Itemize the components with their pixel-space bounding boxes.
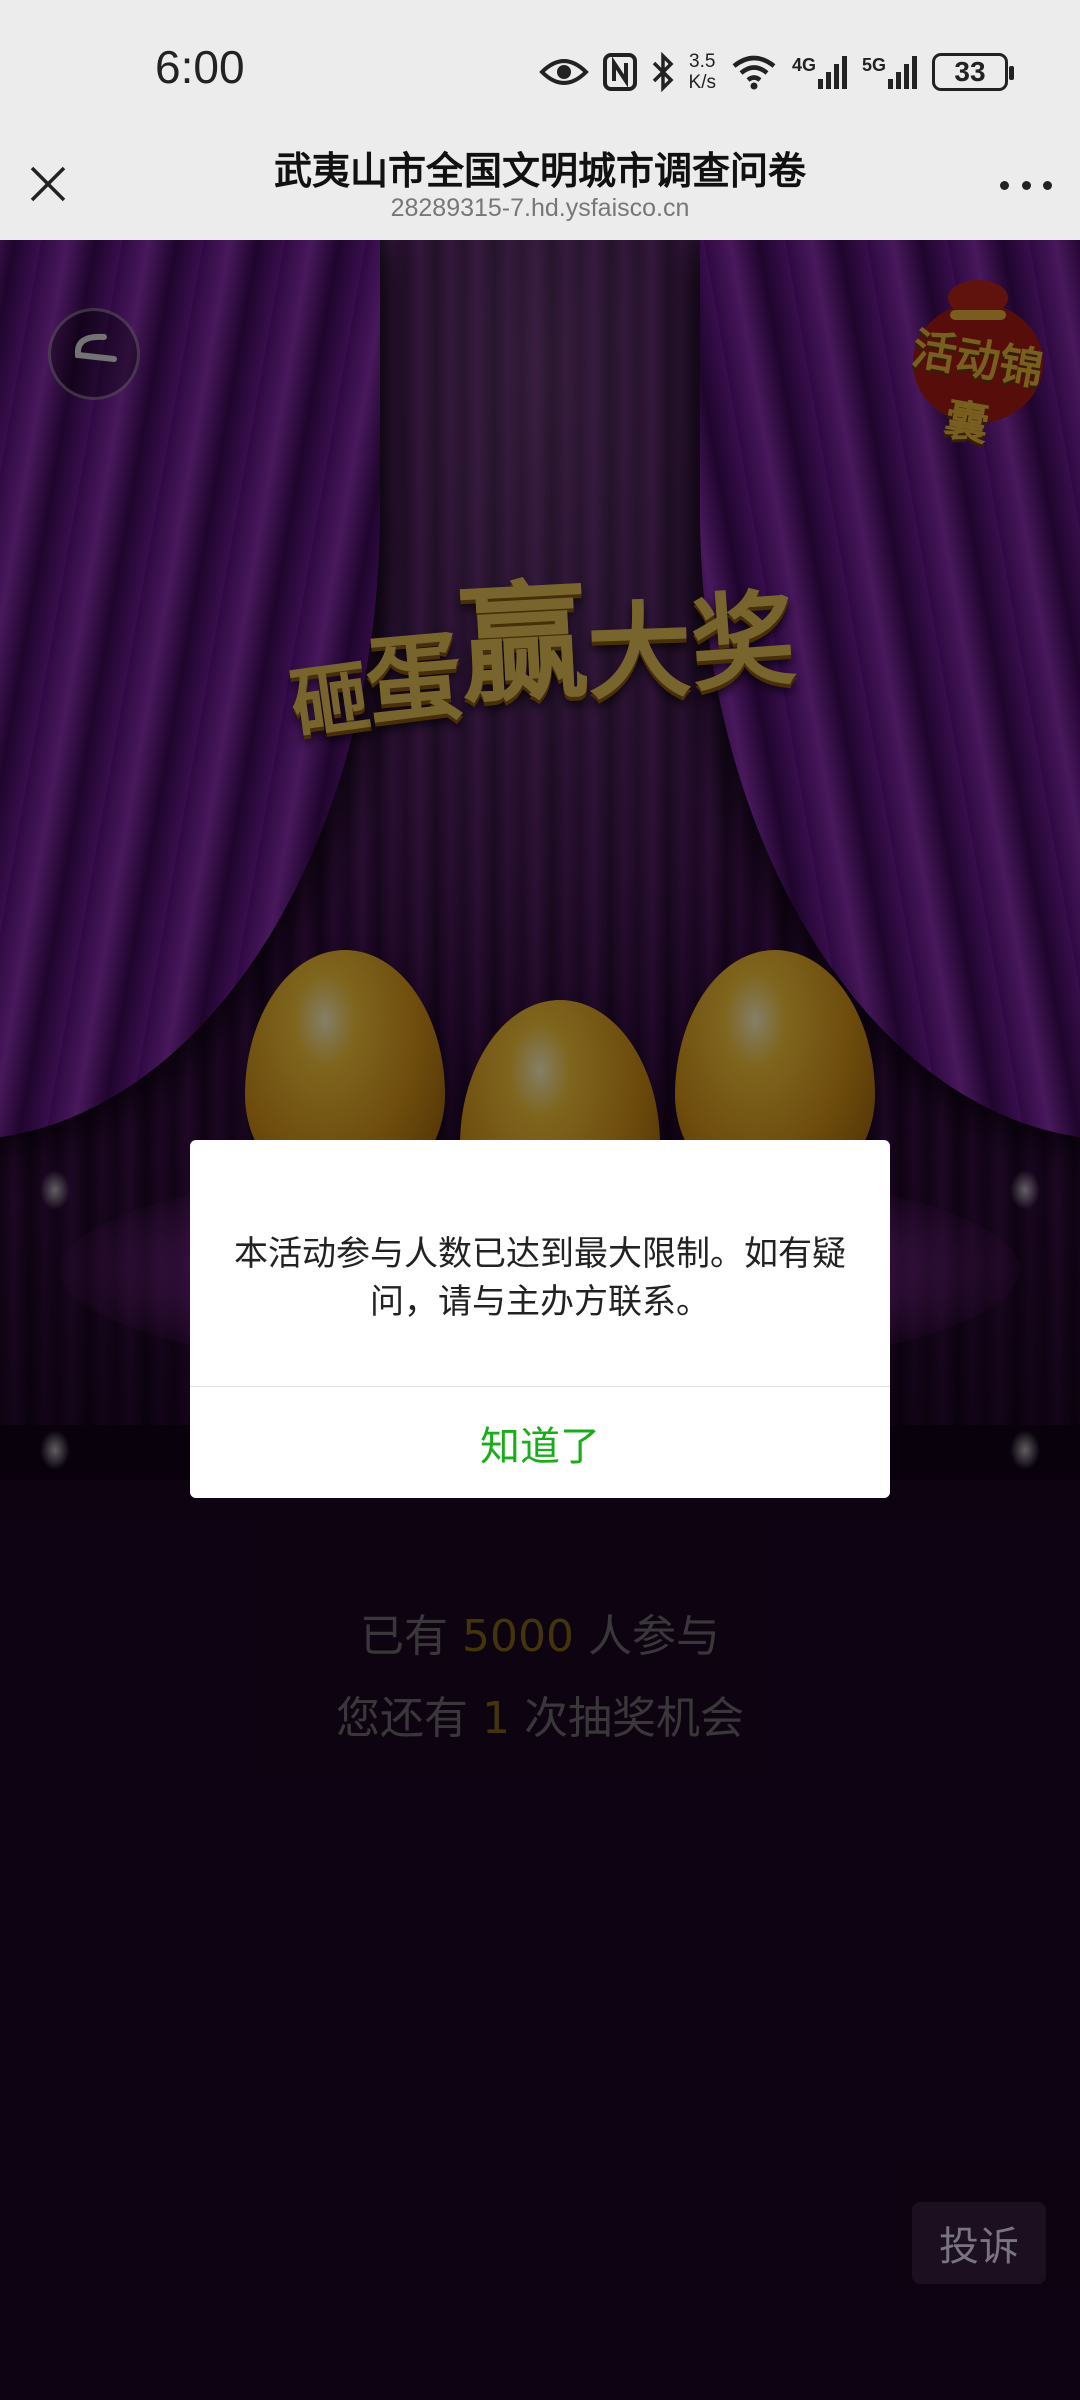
alert-dialog: 本活动参与人数已达到最大限制。如有疑问，请与主办方联系。 知道了 [190,1140,890,1498]
status-icons: 3.5 K/s 4G 5G 33 [538,44,1014,100]
network-4g-label: 4G [791,55,816,75]
nfc-icon [602,53,637,91]
dialog-ok-button[interactable]: 知道了 [190,1387,890,1498]
net-speed-unit: K/s [688,72,716,93]
status-time: 6:00 [155,41,245,93]
page-title: 武夷山市全国文明城市调查问卷 [273,149,806,193]
page-url: 28289315-7.hd.ysfaisco.cn [390,194,690,222]
browser-title-bar: 武夷山市全国文明城市调查问卷 28289315-7.hd.ysfaisco.cn [0,140,1080,240]
dialog-message: 本活动参与人数已达到最大限制。如有疑问，请与主办方联系。 [234,1234,846,1322]
signal-icon-4g: 4G [792,55,848,89]
network-5g-label: 5G [861,55,886,75]
battery-icon: 33 [932,53,1014,91]
eye-icon [538,56,589,88]
more-button[interactable] [1000,170,1052,200]
signal-icon-5g: 5G [862,55,918,89]
net-speed: 3.5 K/s [689,51,716,93]
bluetooth-icon [651,52,675,92]
more-icon [1000,180,1009,190]
net-speed-value: 3.5 [689,51,716,72]
complain-button[interactable]: 投诉 [912,2202,1046,2284]
status-bar: 6:00 3.5 K/s 4G 5G 33 [0,0,1080,140]
battery-level: 33 [954,56,986,87]
wifi-icon [730,54,778,90]
